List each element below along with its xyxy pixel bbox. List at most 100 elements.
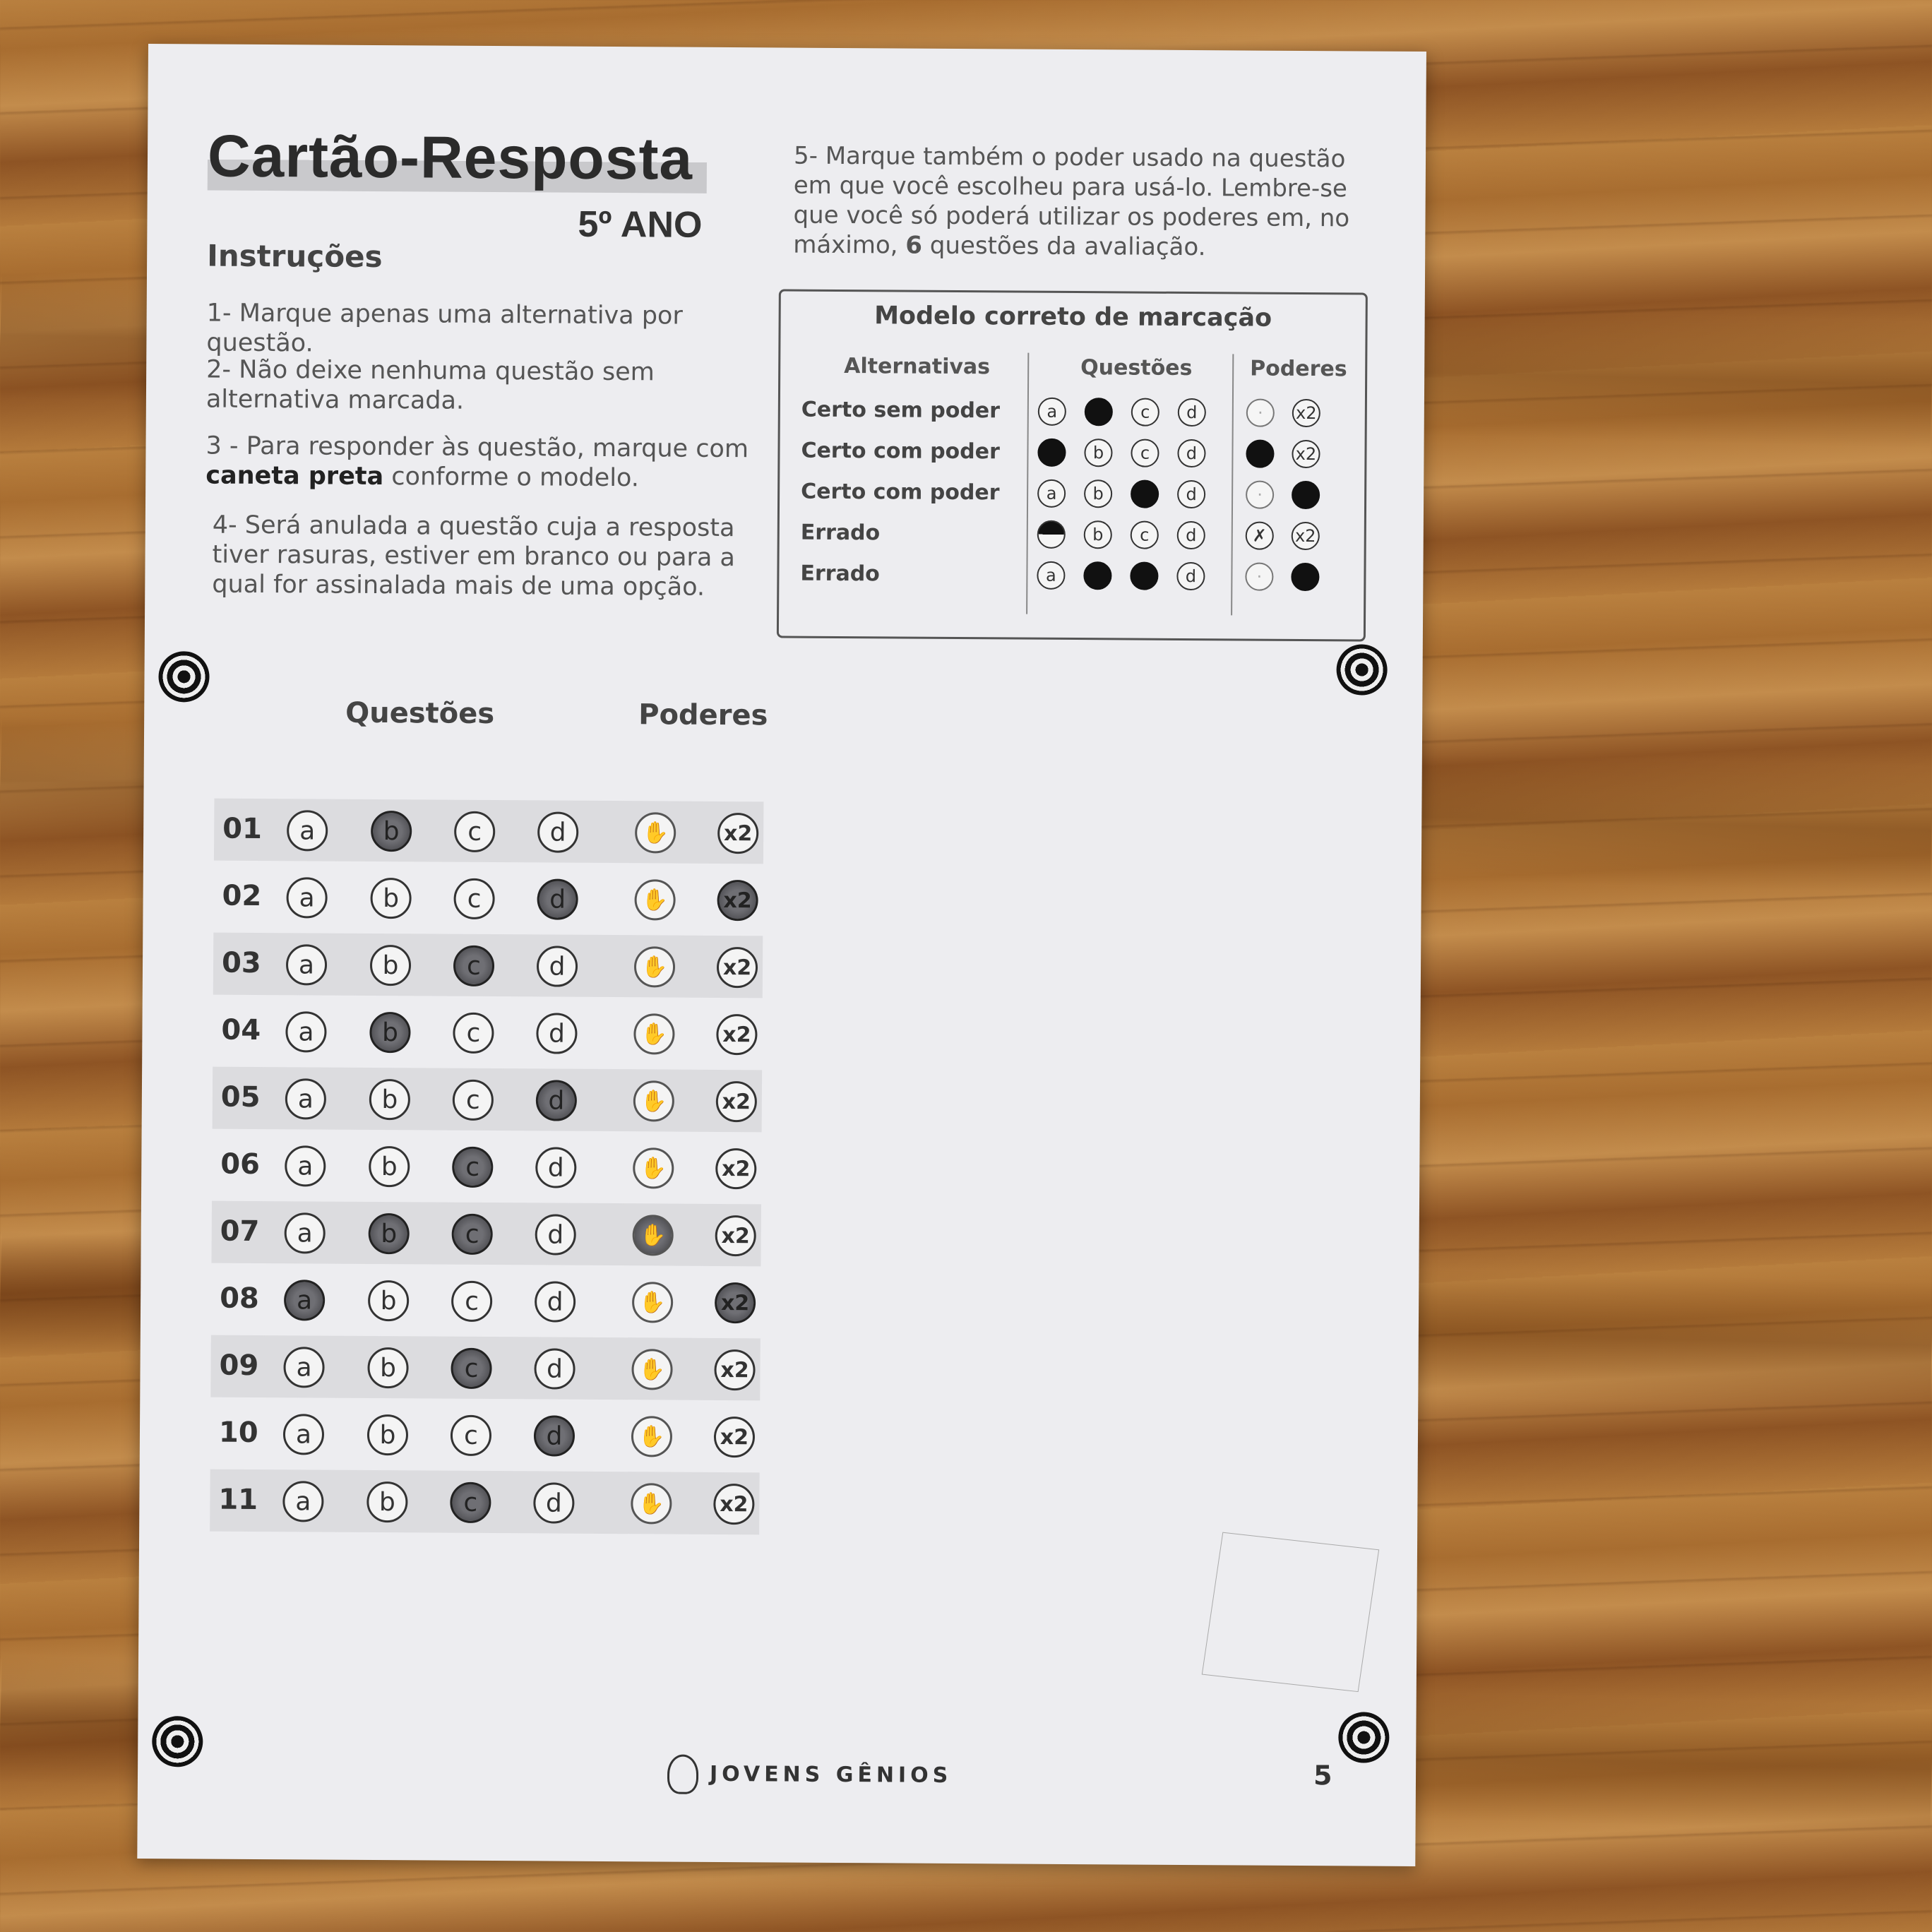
- registration-target-icon: [1336, 644, 1388, 696]
- answer-bubble-b[interactable]: b: [369, 1011, 411, 1054]
- power-hand-icon[interactable]: ✋: [634, 879, 676, 921]
- model-row-label: Errado: [800, 561, 880, 587]
- model-divider: [1231, 354, 1234, 616]
- answer-bubble-d[interactable]: d: [536, 1013, 578, 1054]
- question-number: 03: [221, 946, 261, 979]
- answer-bubble-b[interactable]: b: [369, 944, 412, 986]
- power-x2-bubble[interactable]: x2: [713, 1483, 755, 1525]
- model-bubble: a: [1037, 479, 1066, 508]
- answer-bubble-c[interactable]: c: [451, 1347, 492, 1390]
- model-bubble: x2: [1292, 398, 1320, 428]
- answer-bubble-b[interactable]: b: [371, 810, 412, 852]
- model-col-powers: Poderes: [1250, 356, 1347, 382]
- model-bubble: [1037, 520, 1066, 549]
- registration-target-icon: [1338, 1712, 1390, 1763]
- power-hand-icon[interactable]: ✋: [633, 946, 676, 988]
- answer-bubble-d[interactable]: d: [535, 1080, 578, 1121]
- model-bubble: a: [1037, 397, 1066, 426]
- question-row: 01 a b c d ✋ x2: [213, 798, 764, 864]
- power-x2-bubble[interactable]: x2: [713, 1416, 756, 1458]
- answer-bubble-d[interactable]: d: [536, 946, 578, 987]
- answer-bubble-a[interactable]: a: [284, 1212, 326, 1254]
- model-bubble: [1246, 439, 1275, 468]
- power-hand-icon[interactable]: ✋: [631, 1349, 673, 1390]
- power-hand-icon[interactable]: ✋: [633, 1013, 675, 1055]
- page-number: 5: [1313, 1760, 1332, 1791]
- instruction-3-text: 3 - Para responder às questão, marque co…: [205, 431, 749, 464]
- answer-bubble-a[interactable]: a: [283, 1347, 325, 1388]
- answer-bubble-c[interactable]: c: [451, 1280, 493, 1323]
- brain-logo-icon: [667, 1754, 699, 1794]
- power-hand-icon[interactable]: ✋: [631, 1282, 674, 1323]
- answer-bubble-a[interactable]: a: [285, 1145, 326, 1187]
- pencil-sketch: [1201, 1532, 1380, 1693]
- instruction-3-end: conforme o modelo.: [391, 463, 640, 493]
- answer-bubble-d[interactable]: d: [533, 1482, 575, 1524]
- answer-bubble-c[interactable]: c: [453, 945, 495, 987]
- answer-bubble-a[interactable]: a: [283, 1280, 326, 1321]
- power-hand-icon[interactable]: ✋: [633, 1080, 675, 1122]
- answer-bubble-d[interactable]: d: [535, 1147, 577, 1188]
- answer-bubble-a[interactable]: a: [282, 1481, 324, 1522]
- sheet-col-powers: Poderes: [638, 698, 768, 732]
- model-bubble: x2: [1291, 521, 1320, 551]
- answer-bubble-c[interactable]: c: [450, 1414, 492, 1457]
- power-x2-bubble[interactable]: x2: [716, 1013, 758, 1056]
- answer-bubble-c[interactable]: c: [450, 1481, 491, 1524]
- answer-bubble-b[interactable]: b: [367, 1280, 410, 1322]
- answer-bubble-b[interactable]: b: [370, 877, 412, 919]
- answer-bubble-d[interactable]: d: [534, 1281, 576, 1323]
- question-row: 04 a b c d ✋ x2: [213, 1000, 763, 1066]
- answer-bubble-b[interactable]: b: [368, 1212, 410, 1255]
- power-x2-bubble[interactable]: x2: [716, 946, 758, 989]
- answer-bubble-c[interactable]: c: [452, 1146, 494, 1188]
- power-x2-bubble[interactable]: x2: [715, 1147, 757, 1190]
- model-bubble: c: [1131, 398, 1159, 427]
- model-bubble: ·: [1246, 480, 1275, 509]
- model-row-label: Certo com poder: [801, 438, 1000, 465]
- answer-bubble-d[interactable]: d: [537, 878, 578, 920]
- power-x2-bubble[interactable]: x2: [714, 1349, 756, 1391]
- answer-bubble-c[interactable]: c: [452, 1079, 494, 1121]
- power-x2-bubble[interactable]: x2: [717, 812, 759, 854]
- answer-bubble-a[interactable]: a: [285, 944, 328, 986]
- answer-bubble-d[interactable]: d: [537, 811, 579, 853]
- answer-bubble-c[interactable]: c: [451, 1213, 493, 1256]
- power-hand-icon[interactable]: ✋: [631, 1416, 673, 1457]
- model-bubble: d: [1177, 479, 1206, 509]
- answer-bubble-a[interactable]: a: [286, 877, 328, 919]
- instruction-5: 5- Marque também o poder usado na questã…: [793, 141, 1373, 263]
- answer-bubble-a[interactable]: a: [285, 1078, 327, 1120]
- answer-bubble-a[interactable]: a: [287, 810, 328, 852]
- answer-bubble-b[interactable]: b: [369, 1078, 411, 1121]
- power-x2-bubble[interactable]: x2: [715, 1215, 756, 1257]
- answer-bubble-a[interactable]: a: [282, 1414, 325, 1455]
- power-x2-bubble[interactable]: x2: [714, 1282, 756, 1324]
- model-row-label: Certo sem poder: [801, 397, 1001, 424]
- sheet-col-questions: Questões: [345, 696, 495, 731]
- answer-bubble-c[interactable]: c: [454, 811, 496, 853]
- answer-bubble-b[interactable]: b: [366, 1481, 408, 1523]
- power-x2-bubble[interactable]: x2: [715, 1080, 758, 1123]
- power-hand-icon[interactable]: ✋: [632, 1215, 674, 1256]
- answer-bubble-a[interactable]: a: [285, 1011, 327, 1053]
- registration-target-icon: [158, 651, 210, 703]
- power-hand-icon[interactable]: ✋: [631, 1483, 672, 1525]
- answer-bubble-c[interactable]: c: [453, 1012, 494, 1054]
- model-bubble: x2: [1292, 439, 1320, 469]
- answer-bubble-b[interactable]: b: [366, 1414, 409, 1456]
- answer-bubble-c[interactable]: c: [453, 878, 495, 920]
- model-col-alternatives: Alternativas: [844, 354, 991, 380]
- question-number: 09: [219, 1349, 259, 1382]
- answer-bubble-b[interactable]: b: [369, 1145, 410, 1188]
- question-number: 01: [222, 812, 263, 846]
- answer-bubble-d[interactable]: d: [535, 1214, 576, 1256]
- power-x2-bubble[interactable]: x2: [717, 879, 758, 922]
- instruction-5-end: questões da avaliação.: [929, 231, 1206, 262]
- answer-bubble-d[interactable]: d: [533, 1415, 576, 1457]
- power-hand-icon[interactable]: ✋: [633, 1147, 674, 1189]
- answer-bubble-d[interactable]: d: [534, 1348, 576, 1390]
- power-hand-icon[interactable]: ✋: [635, 812, 676, 854]
- instruction-1: 1- Marque apenas uma alternativa por que…: [206, 299, 683, 358]
- answer-bubble-b[interactable]: b: [367, 1347, 409, 1389]
